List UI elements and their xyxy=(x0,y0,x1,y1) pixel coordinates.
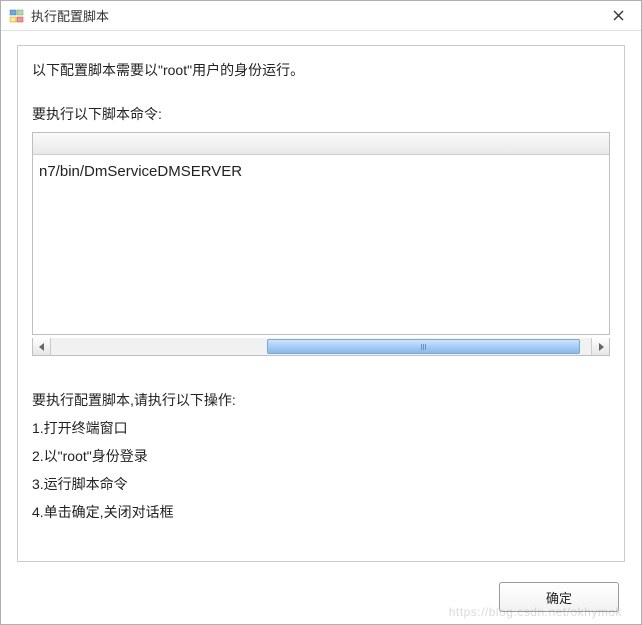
titlebar: 执行配置脚本 xyxy=(1,1,641,31)
script-box xyxy=(32,132,610,356)
script-label: 要执行以下脚本命令: xyxy=(32,104,610,124)
close-icon[interactable] xyxy=(603,2,633,30)
instruction-step-1: 1.打开终端窗口 xyxy=(32,414,610,442)
instruction-step-2: 2.以"root"身份登录 xyxy=(32,442,610,470)
instruction-step-3: 3.运行脚本命令 xyxy=(32,470,610,498)
scroll-left-icon[interactable] xyxy=(33,338,51,355)
ok-button[interactable]: 确定 xyxy=(499,582,619,612)
script-textarea[interactable] xyxy=(32,155,610,335)
inner-panel: 以下配置脚本需要以"root"用户的身份运行。 要执行以下脚本命令: xyxy=(17,45,625,562)
window-title: 执行配置脚本 xyxy=(31,6,603,25)
scroll-right-icon[interactable] xyxy=(591,338,609,355)
script-header-band xyxy=(32,132,610,155)
scroll-thumb[interactable] xyxy=(267,339,580,354)
app-icon xyxy=(9,8,25,24)
button-bar: 确定 xyxy=(1,570,641,624)
instruction-step-4: 4.单击确定,关闭对话框 xyxy=(32,498,610,526)
horizontal-scrollbar[interactable] xyxy=(32,338,610,356)
instructions-heading: 要执行配置脚本,请执行以下操作: xyxy=(32,386,610,414)
dialog-window: 执行配置脚本 以下配置脚本需要以"root"用户的身份运行。 要执行以下脚本命令… xyxy=(0,0,642,625)
instructions-block: 要执行配置脚本,请执行以下操作: 1.打开终端窗口 2.以"root"身份登录 … xyxy=(32,386,610,526)
content-area: 以下配置脚本需要以"root"用户的身份运行。 要执行以下脚本命令: xyxy=(1,31,641,570)
scroll-track[interactable] xyxy=(51,338,591,355)
intro-text: 以下配置脚本需要以"root"用户的身份运行。 xyxy=(32,60,610,80)
